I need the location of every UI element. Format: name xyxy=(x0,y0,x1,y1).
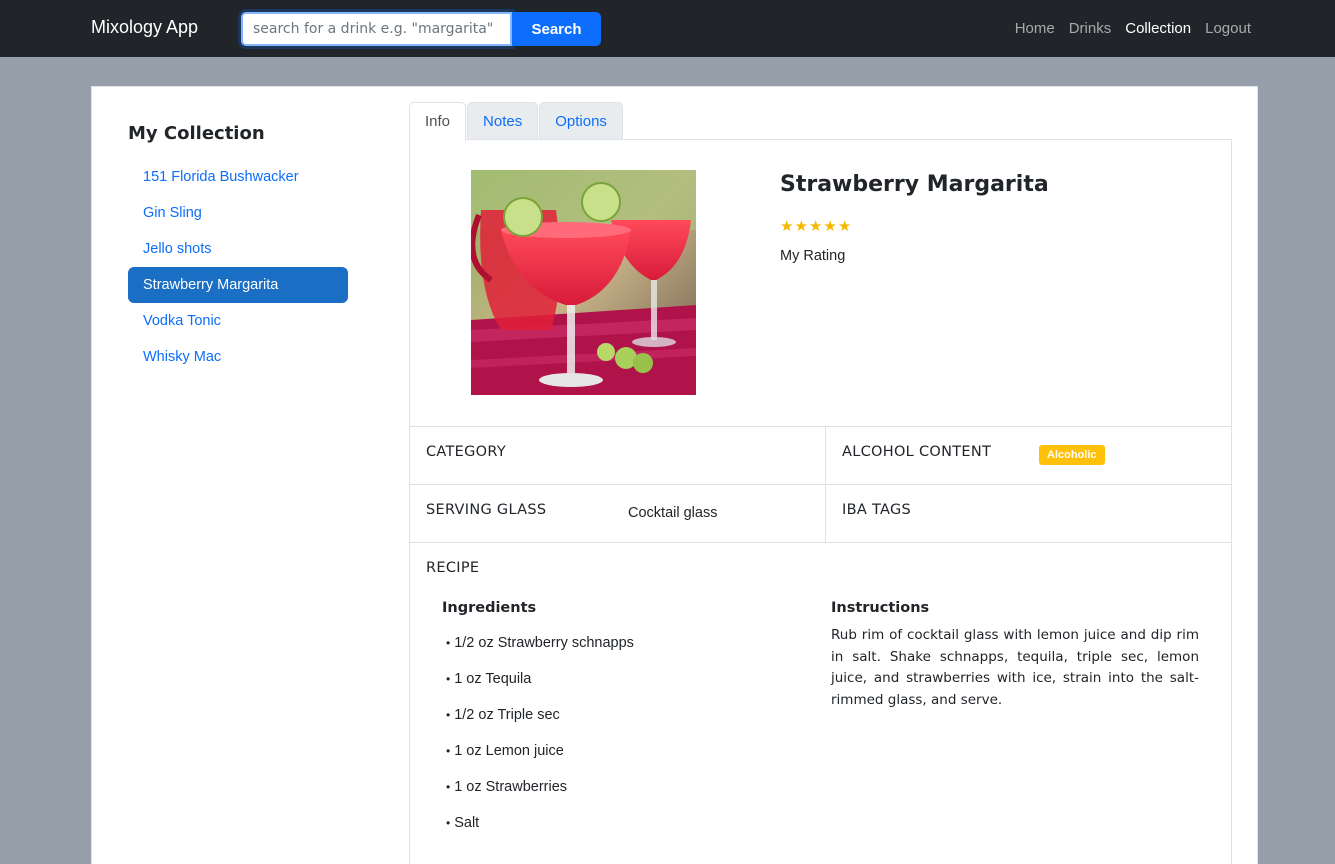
alcohol-cell: ALCOHOL CONTENT Alcoholic xyxy=(826,427,1231,485)
tab-notes[interactable]: Notes xyxy=(467,102,539,140)
nav-link-home[interactable]: Home xyxy=(1015,20,1055,37)
iba-cell: IBA TAGS xyxy=(826,485,1231,543)
instructions-title: Instructions xyxy=(831,600,930,616)
collection-item-151-florida-bushwacker[interactable]: 151 Florida Bushwacker xyxy=(128,159,348,195)
collection-item-whisky-mac[interactable]: Whisky Mac xyxy=(128,339,348,375)
info-row: CATEGORY ALCOHOL CONTENT Alcoholic xyxy=(410,426,1231,485)
glass-label: SERVING GLASS xyxy=(426,502,547,518)
nav-link-collection[interactable]: Collection xyxy=(1125,20,1191,37)
alcohol-label: ALCOHOL CONTENT xyxy=(842,444,992,460)
star-icon[interactable]: ★ xyxy=(809,219,822,235)
iba-label: IBA TAGS xyxy=(842,502,911,518)
nav-link-logout[interactable]: Logout xyxy=(1205,20,1251,37)
category-label: CATEGORY xyxy=(426,444,506,460)
ingredients-list: 1/2 oz Strawberry schnapps 1 oz Tequila … xyxy=(446,625,634,841)
alcohol-badge: Alcoholic xyxy=(1039,445,1105,465)
brand-link[interactable]: Mixology App xyxy=(91,17,198,38)
ingredient-item: 1 oz Tequila xyxy=(446,661,634,697)
tab-options[interactable]: Options xyxy=(539,102,623,140)
collection-item-vodka-tonic[interactable]: Vodka Tonic xyxy=(128,303,348,339)
instructions-text: Rub rim of cocktail glass with lemon jui… xyxy=(831,627,1199,708)
collection-item-gin-sling[interactable]: Gin Sling xyxy=(128,195,348,231)
recipe-section: RECIPE Ingredients 1/2 oz Strawberry sch… xyxy=(410,542,1231,864)
collection-item-strawberry-margarita[interactable]: Strawberry Margarita xyxy=(128,267,348,303)
category-cell: CATEGORY xyxy=(410,427,826,485)
star-icon[interactable]: ★ xyxy=(838,219,851,235)
main-card: My Collection 151 Florida Bushwacker Gin… xyxy=(91,86,1258,864)
recipe-label: RECIPE xyxy=(426,560,480,576)
ingredient-item: Salt xyxy=(446,805,634,841)
tab-bar: Info Notes Options xyxy=(409,102,624,141)
info-panel: Strawberry Margarita ★ ★ ★ ★ ★ My Rating… xyxy=(409,139,1232,864)
drink-image xyxy=(471,170,696,395)
ingredient-item: 1/2 oz Strawberry schnapps xyxy=(446,625,634,661)
sidebar-title: My Collection xyxy=(128,123,265,144)
star-icon[interactable]: ★ xyxy=(780,219,793,235)
rating-label: My Rating xyxy=(780,248,846,264)
search-group: Search xyxy=(241,12,601,46)
glass-cell: SERVING GLASS Cocktail glass xyxy=(410,485,826,543)
search-input[interactable] xyxy=(241,12,512,46)
star-icon[interactable]: ★ xyxy=(794,219,807,235)
search-button[interactable]: Search xyxy=(512,12,601,46)
ingredients-title: Ingredients xyxy=(442,600,537,616)
info-row: SERVING GLASS Cocktail glass IBA TAGS xyxy=(410,484,1231,543)
collection-item-jello-shots[interactable]: Jello shots xyxy=(128,231,348,267)
ingredient-item: 1 oz Lemon juice xyxy=(446,733,634,769)
navbar: Mixology App Search Home Drinks Collecti… xyxy=(0,0,1335,57)
nav-link-drinks[interactable]: Drinks xyxy=(1069,20,1112,37)
ingredient-item: 1 oz Strawberries xyxy=(446,769,634,805)
tab-info[interactable]: Info xyxy=(409,102,467,141)
star-rating[interactable]: ★ ★ ★ ★ ★ xyxy=(780,219,851,235)
collection-list: 151 Florida Bushwacker Gin Sling Jello s… xyxy=(128,159,348,375)
nav-links: Home Drinks Collection Logout xyxy=(1015,20,1251,37)
ingredient-item: 1/2 oz Triple sec xyxy=(446,697,634,733)
drink-title: Strawberry Margarita xyxy=(780,172,1049,197)
glass-value: Cocktail glass xyxy=(628,505,718,521)
star-icon[interactable]: ★ xyxy=(823,219,836,235)
